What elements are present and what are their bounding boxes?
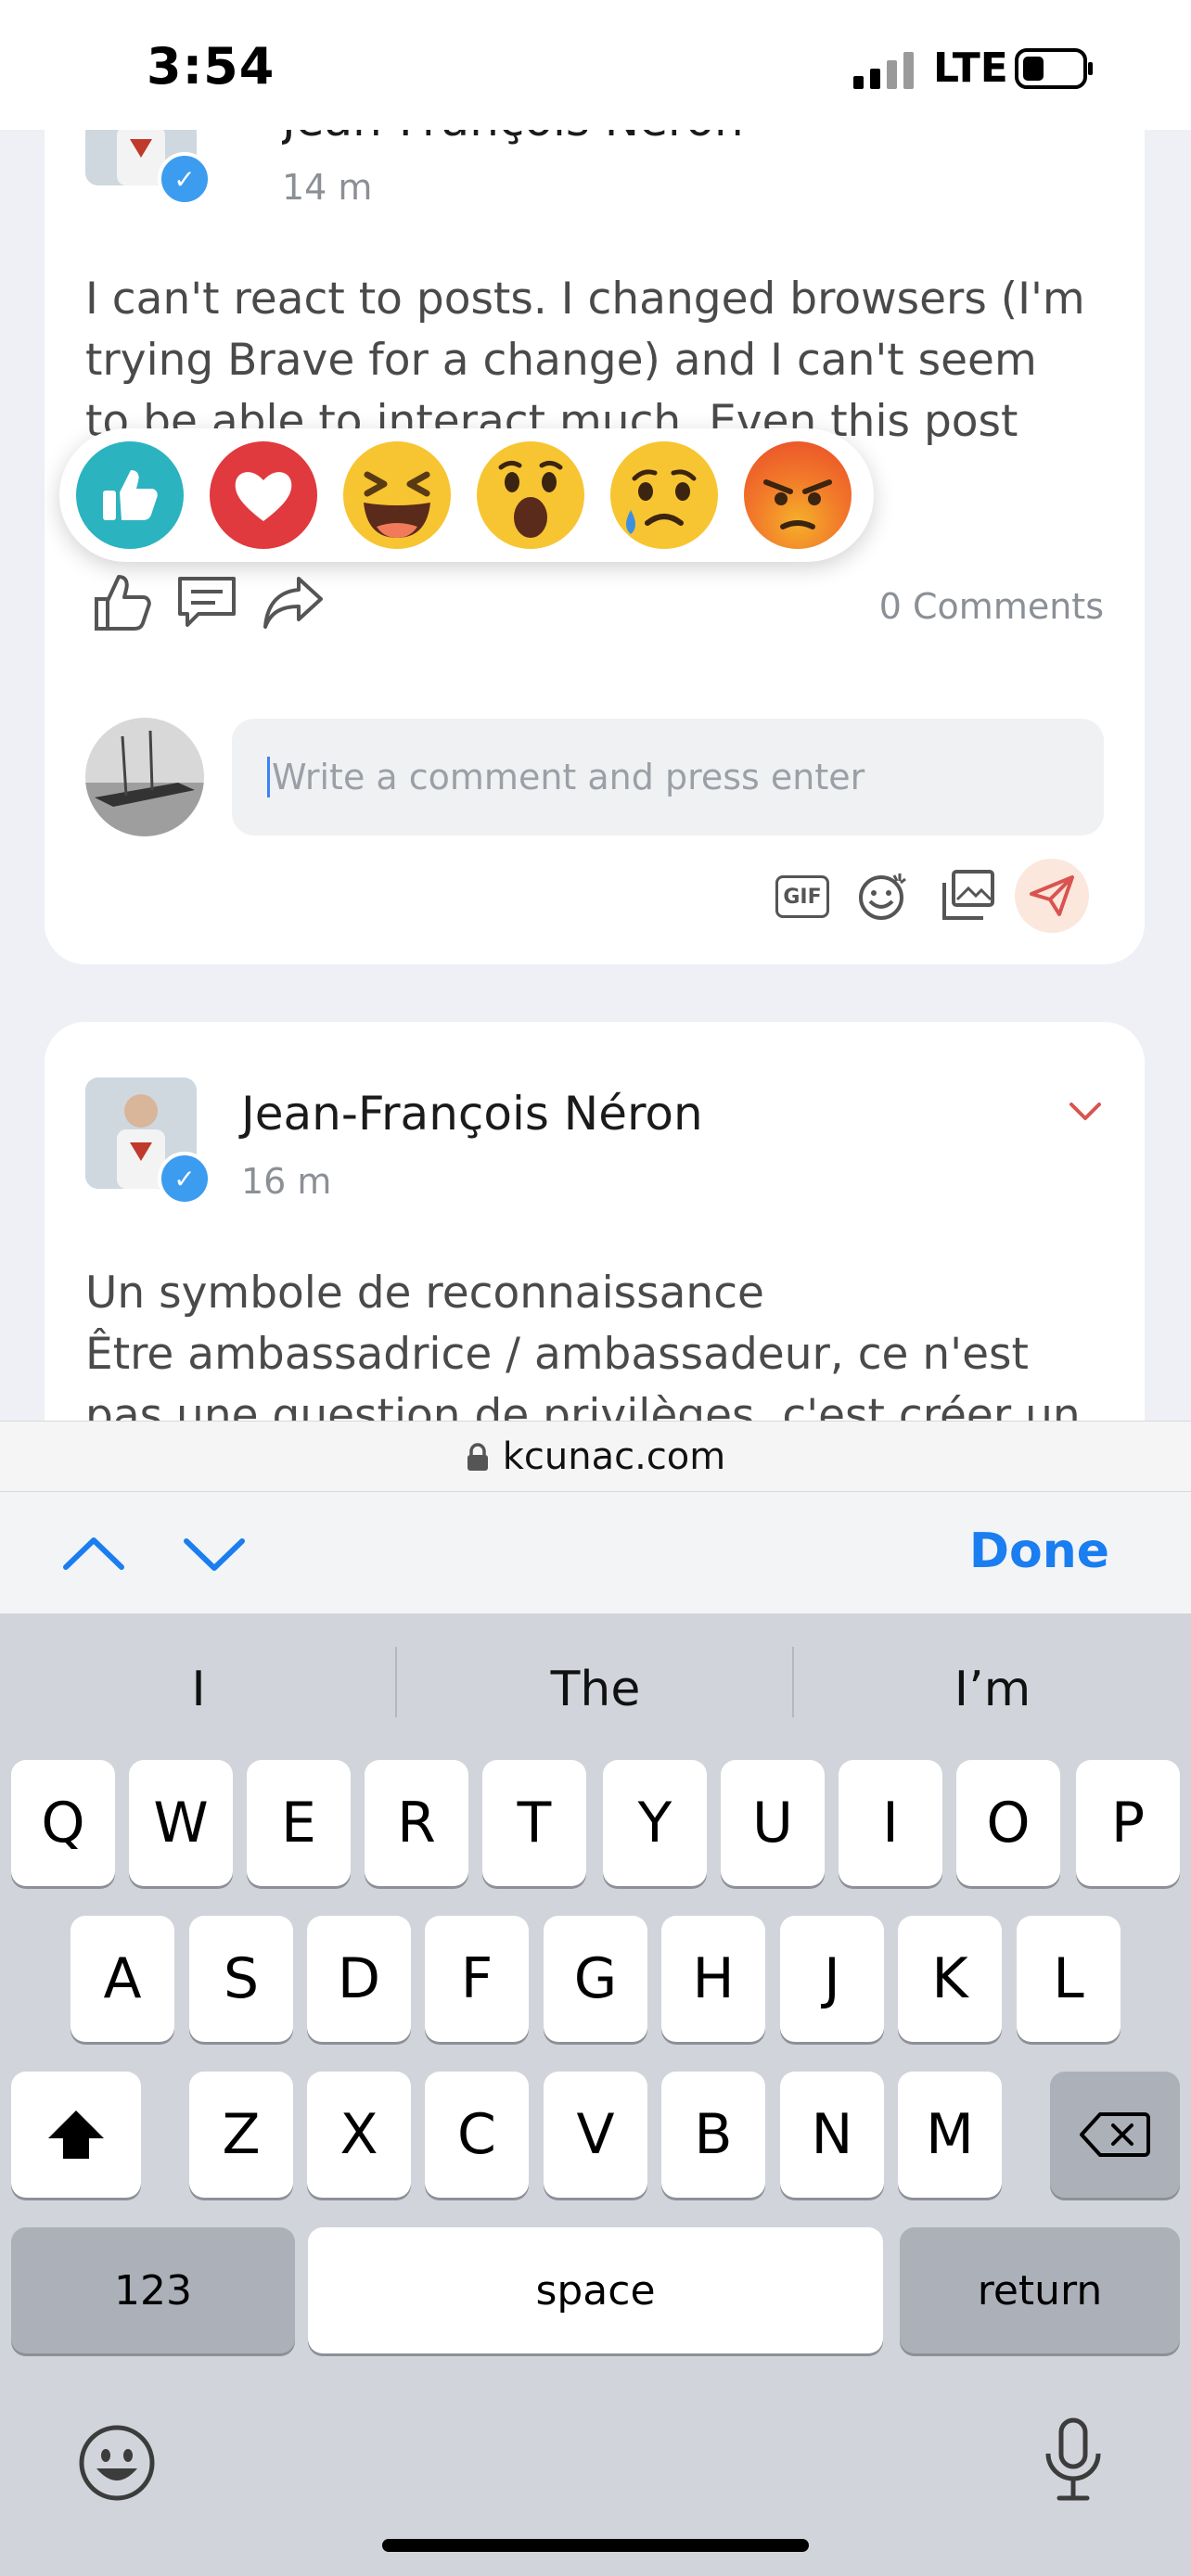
lock-icon — [467, 1443, 488, 1471]
post-text: I can't react to posts. I changed browse… — [85, 269, 1124, 451]
chevron-down-icon[interactable] — [1069, 1102, 1102, 1122]
key-q[interactable]: Q — [11, 1760, 115, 1886]
post-text-line: Un symbole de reconnaissance — [85, 1268, 764, 1319]
post-text-line: Être ambassadrice / ambassadeur, ce n'es… — [85, 1329, 1029, 1380]
space-key-label: space — [535, 2266, 656, 2315]
next-field-icon[interactable] — [182, 1537, 247, 1574]
key-c[interactable]: C — [425, 2072, 529, 2198]
shift-key[interactable] — [11, 2072, 141, 2198]
key-x[interactable]: X — [307, 2072, 411, 2198]
key-a[interactable]: A — [70, 1916, 174, 2042]
key-n[interactable]: N — [780, 2072, 884, 2198]
network-type: LTE — [933, 45, 1008, 92]
microphone-icon[interactable] — [1043, 2417, 1104, 2506]
key-o[interactable]: O — [956, 1760, 1060, 1886]
angry-face-icon — [763, 479, 832, 529]
gif-label: GIF — [783, 885, 822, 909]
key-j[interactable]: J — [780, 1916, 884, 2042]
post-text-line: trying Brave for a change) and I can't s… — [85, 335, 1037, 386]
return-key-label: return — [977, 2266, 1103, 2315]
delete-key[interactable] — [1050, 2072, 1180, 2198]
previous-field-icon[interactable] — [61, 1535, 126, 1572]
key-y[interactable]: Y — [603, 1760, 707, 1886]
key-i[interactable]: I — [839, 1760, 942, 1886]
image-upload-icon[interactable] — [941, 868, 996, 922]
thumbs-up-icon — [103, 470, 158, 520]
key-p[interactable]: P — [1076, 1760, 1180, 1886]
key-m[interactable]: M — [898, 2072, 1002, 2198]
url-bar[interactable]: kcunac.com — [0, 1421, 1191, 1492]
key-u[interactable]: U — [721, 1760, 825, 1886]
shift-icon — [48, 2111, 104, 2159]
key-w[interactable]: W — [129, 1760, 233, 1886]
key-v[interactable]: V — [544, 2072, 647, 2198]
suggestion[interactable]: The — [397, 1662, 794, 1717]
key-l[interactable]: L — [1017, 1916, 1121, 2042]
reaction-like[interactable] — [76, 441, 184, 549]
key-h[interactable]: H — [661, 1916, 765, 2042]
suggestion[interactable]: I — [0, 1662, 397, 1717]
emoji-keyboard-icon[interactable] — [78, 2424, 156, 2502]
key-z[interactable]: Z — [189, 2072, 293, 2198]
send-icon — [1030, 875, 1074, 916]
comment-placeholder: Write a comment and press enter — [272, 757, 865, 797]
reaction-love[interactable] — [210, 441, 317, 549]
post-time[interactable]: 16 m — [241, 1161, 331, 1202]
battery-icon — [1015, 48, 1093, 89]
key-k[interactable]: K — [898, 1916, 1002, 2042]
like-icon[interactable] — [93, 571, 154, 632]
post-text-line: I can't react to posts. I changed browse… — [85, 274, 1085, 325]
key-b[interactable]: B — [661, 2072, 765, 2198]
numbers-key[interactable]: 123 — [11, 2227, 295, 2353]
avatar-photo — [85, 718, 204, 836]
comment-input[interactable]: Write a comment and press enter — [232, 719, 1104, 835]
key-e[interactable]: E — [247, 1760, 351, 1886]
status-time: 3:54 — [147, 37, 275, 96]
status-bar: 3:54 LTE — [0, 0, 1191, 130]
key-t[interactable]: T — [482, 1760, 586, 1886]
send-button[interactable] — [1015, 859, 1089, 933]
key-g[interactable]: G — [544, 1916, 647, 2042]
url-text: kcunac.com — [502, 1435, 726, 1478]
backspace-icon — [1080, 2112, 1150, 2157]
reaction-haha[interactable] — [343, 441, 451, 549]
home-indicator[interactable] — [382, 2539, 809, 2552]
key-d[interactable]: D — [307, 1916, 411, 2042]
signal-icon — [853, 52, 914, 89]
key-f[interactable]: F — [425, 1916, 529, 2042]
reaction-angry[interactable] — [744, 441, 852, 549]
space-key[interactable]: space — [308, 2227, 883, 2353]
comments-count[interactable]: 0 Comments — [879, 586, 1104, 627]
key-s[interactable]: S — [189, 1916, 293, 2042]
commenter-avatar — [85, 718, 204, 836]
gif-button[interactable]: GIF — [775, 875, 829, 918]
suggestion[interactable]: I’m — [794, 1662, 1191, 1717]
key-r[interactable]: R — [365, 1760, 468, 1886]
post-time[interactable]: 14 m — [282, 167, 372, 208]
verified-badge-icon: ✓ — [158, 152, 211, 206]
reaction-sad[interactable] — [610, 441, 718, 549]
done-button[interactable]: Done — [969, 1524, 1109, 1579]
verified-badge-icon: ✓ — [158, 1152, 211, 1205]
reaction-picker — [59, 428, 874, 562]
post-text: Un symbole de reconnaissance Être ambass… — [85, 1263, 1124, 1447]
author-name[interactable]: Jean-François Néron — [241, 1087, 703, 1141]
share-icon[interactable] — [262, 573, 325, 631]
text-caret — [267, 757, 270, 797]
keyboard: I The I’m Q W E R T Y U I O P A S D F G … — [0, 1613, 1191, 2576]
return-key[interactable]: return — [900, 2227, 1180, 2353]
reaction-wow[interactable] — [477, 441, 584, 549]
laughing-face-icon — [364, 471, 430, 538]
emoji-picker-icon[interactable] — [857, 870, 911, 922]
comment-icon[interactable] — [176, 575, 237, 631]
heart-icon — [235, 472, 292, 521]
numbers-key-label: 123 — [114, 2266, 192, 2315]
keyboard-accessory-bar: Done — [0, 1491, 1191, 1614]
surprised-face-icon — [498, 460, 563, 538]
sad-face-icon — [626, 469, 697, 534]
